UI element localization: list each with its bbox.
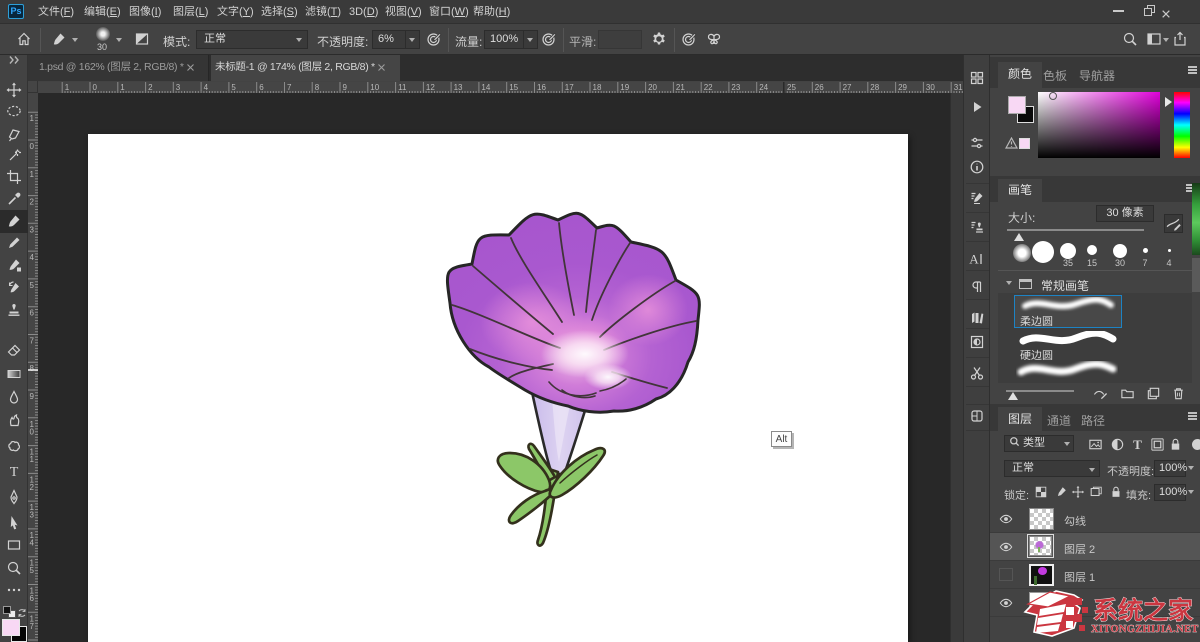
- svg-text:5: 5: [231, 83, 236, 92]
- svg-text:1: 1: [30, 455, 35, 464]
- svg-text:T: T: [10, 465, 19, 479]
- svg-text:1: 1: [120, 83, 125, 92]
- svg-text:24: 24: [759, 83, 768, 92]
- svg-text:6: 6: [30, 309, 35, 318]
- svg-text:17: 17: [565, 83, 574, 92]
- svg-text:14: 14: [481, 83, 490, 92]
- svg-text:8: 8: [30, 364, 35, 373]
- svg-text:16: 16: [537, 83, 546, 92]
- svg-text:13: 13: [454, 83, 463, 92]
- svg-text:27: 27: [843, 83, 852, 92]
- svg-text:22: 22: [704, 83, 713, 92]
- svg-text:2: 2: [30, 198, 35, 207]
- svg-text:19: 19: [620, 83, 629, 92]
- svg-text:7: 7: [30, 622, 35, 631]
- svg-text:9: 9: [30, 392, 35, 401]
- svg-text:3: 3: [30, 511, 35, 520]
- svg-text:4: 4: [204, 83, 209, 92]
- svg-text:21: 21: [676, 83, 685, 92]
- svg-text:9: 9: [343, 83, 348, 92]
- svg-text:25: 25: [787, 83, 796, 92]
- svg-text:1: 1: [65, 83, 70, 92]
- svg-text:11: 11: [398, 83, 407, 92]
- svg-text:23: 23: [731, 83, 740, 92]
- svg-text:1: 1: [30, 114, 35, 123]
- svg-text:1: 1: [30, 170, 35, 179]
- svg-text:6: 6: [259, 83, 264, 92]
- svg-text:3: 3: [176, 83, 181, 92]
- svg-text:26: 26: [815, 83, 824, 92]
- svg-text:7: 7: [287, 83, 292, 92]
- svg-text:20: 20: [648, 83, 657, 92]
- svg-text:7: 7: [30, 337, 35, 346]
- svg-text:4: 4: [30, 538, 35, 547]
- svg-text:8: 8: [315, 83, 320, 92]
- svg-text:6: 6: [30, 594, 35, 603]
- svg-text:5: 5: [30, 281, 35, 290]
- svg-text:28: 28: [870, 83, 879, 92]
- svg-text:4: 4: [30, 253, 35, 262]
- svg-text:10: 10: [370, 83, 379, 92]
- svg-text:系统之家: 系统之家: [1093, 591, 1194, 627]
- svg-text:29: 29: [898, 83, 907, 92]
- svg-text:2: 2: [30, 483, 35, 492]
- svg-text:0: 0: [30, 427, 35, 436]
- svg-text:5: 5: [30, 566, 35, 575]
- svg-text:31: 31: [954, 83, 963, 92]
- svg-text:XITONGZHIJIA.NET: XITONGZHIJIA.NET: [1091, 624, 1199, 635]
- svg-text:15: 15: [509, 83, 518, 92]
- svg-text:2: 2: [148, 83, 153, 92]
- svg-text:0: 0: [93, 83, 98, 92]
- svg-text:30: 30: [926, 83, 935, 92]
- svg-text:A: A: [969, 252, 979, 267]
- svg-text:3: 3: [30, 225, 35, 234]
- svg-text:12: 12: [426, 83, 435, 92]
- svg-text:T: T: [1133, 437, 1142, 452]
- svg-text:18: 18: [593, 83, 602, 92]
- svg-text:0: 0: [30, 142, 35, 151]
